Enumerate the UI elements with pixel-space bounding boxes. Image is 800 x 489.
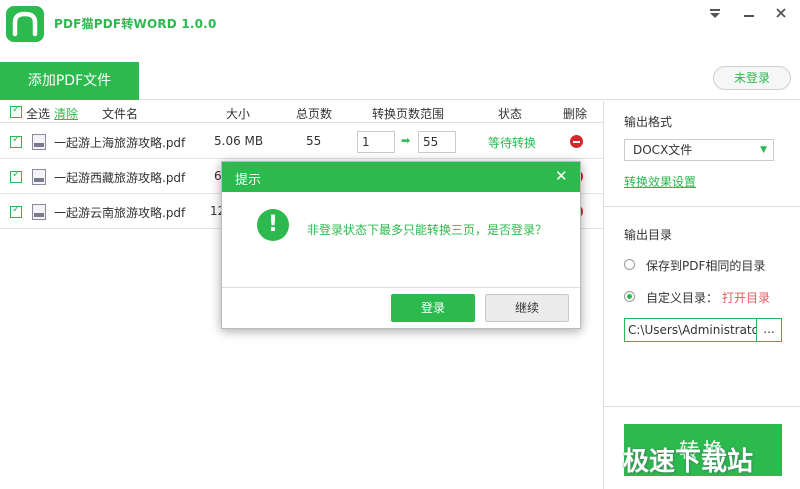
dialog-title: 提示 xyxy=(235,173,262,188)
header-total-pages: 总页数 xyxy=(296,107,333,121)
table-header: 全选 清除 文件名 大小 总页数 转换页数范围 状态 删除 xyxy=(0,101,603,123)
login-status-button[interactable]: 未登录 xyxy=(713,66,791,90)
clear-link[interactable]: 清除 xyxy=(54,105,78,122)
header-size: 大小 xyxy=(226,107,251,121)
file-size: 5.06 MB xyxy=(214,134,264,148)
close-icon[interactable] xyxy=(770,6,792,24)
delete-icon[interactable] xyxy=(570,135,583,148)
file-name: 一起游西藏旅游攻略.pdf xyxy=(54,171,186,185)
pdf-file-icon xyxy=(32,169,46,185)
toolbar: 添加PDF文件 未登录 xyxy=(0,62,800,100)
range-to-input[interactable]: 55 xyxy=(418,131,456,153)
divider xyxy=(604,206,800,207)
login-prompt-dialog: 提示 ✕ ! 非登录状态下最多只能转换三页，是否登录？ 登录 继续 xyxy=(221,161,581,329)
table-row: 一起游上海旅游攻略.pdf 5.06 MB 55 1 ➡ 55 等待转换 xyxy=(0,124,603,159)
output-format-label: 输出格式 xyxy=(624,115,673,129)
row-status: 等待转换 xyxy=(488,136,537,150)
row-checkbox[interactable] xyxy=(10,169,22,183)
output-dir-label: 输出目录 xyxy=(624,228,673,242)
output-path-field[interactable]: C:\Users\Administrator xyxy=(624,318,757,342)
dialog-close-icon[interactable]: ✕ xyxy=(555,167,568,185)
continue-button[interactable]: 继续 xyxy=(485,294,569,322)
row-checkbox[interactable] xyxy=(10,204,22,218)
settings-panel: 输出格式 DOCX文件 ▼ 转换效果设置 输出目录 保存到PDF相同的目录 自定… xyxy=(603,101,800,489)
custom-dir-label[interactable]: 自定义目录： xyxy=(646,289,718,306)
title-bar: PDF猫PDF转WORD 1.0.0 xyxy=(0,0,800,46)
dialog-header: 提示 ✕ xyxy=(222,162,580,192)
dialog-message: 非登录状态下最多只能转换三页，是否登录？ xyxy=(307,223,548,237)
row-checkbox[interactable] xyxy=(10,134,22,148)
select-all-checkbox[interactable] xyxy=(10,104,22,118)
same-dir-radio[interactable] xyxy=(624,259,635,270)
minimize-icon[interactable] xyxy=(738,6,760,24)
login-button[interactable]: 登录 xyxy=(391,294,475,322)
open-dir-link[interactable]: 打开目录 xyxy=(722,289,770,306)
watermark-text: 极速下载站 xyxy=(623,447,754,477)
app-title: PDF猫PDF转WORD 1.0.0 xyxy=(54,17,217,31)
page-count: 55 xyxy=(306,134,322,148)
pdf-file-icon xyxy=(32,134,46,150)
browse-button[interactable]: ... xyxy=(757,318,782,342)
effect-settings-link[interactable]: 转换效果设置 xyxy=(624,173,696,190)
header-delete: 删除 xyxy=(563,107,588,121)
file-name: 一起游云南旅游攻略.pdf xyxy=(54,206,186,220)
file-name: 一起游上海旅游攻略.pdf xyxy=(54,136,186,150)
menu-down-icon[interactable] xyxy=(704,6,726,24)
chevron-down-icon: ▼ xyxy=(760,145,767,155)
arrow-right-icon: ➡ xyxy=(401,134,411,147)
header-filename: 文件名 xyxy=(102,107,139,121)
app-logo-icon xyxy=(6,6,44,42)
exclamation-icon: ! xyxy=(257,209,289,241)
format-select[interactable]: DOCX文件 ▼ xyxy=(624,139,774,161)
divider xyxy=(604,406,800,407)
custom-dir-radio[interactable] xyxy=(624,291,635,302)
header-status: 状态 xyxy=(498,107,523,121)
add-pdf-button[interactable]: 添加PDF文件 xyxy=(0,62,139,100)
range-from-input[interactable]: 1 xyxy=(357,131,395,153)
same-dir-label[interactable]: 保存到PDF相同的目录 xyxy=(646,257,765,274)
select-all-label[interactable]: 全选 xyxy=(26,105,50,122)
header-page-range: 转换页数范围 xyxy=(372,107,445,121)
dialog-footer: 登录 继续 xyxy=(222,287,580,328)
pdf-file-icon xyxy=(32,204,46,220)
format-select-value: DOCX文件 xyxy=(633,143,693,157)
